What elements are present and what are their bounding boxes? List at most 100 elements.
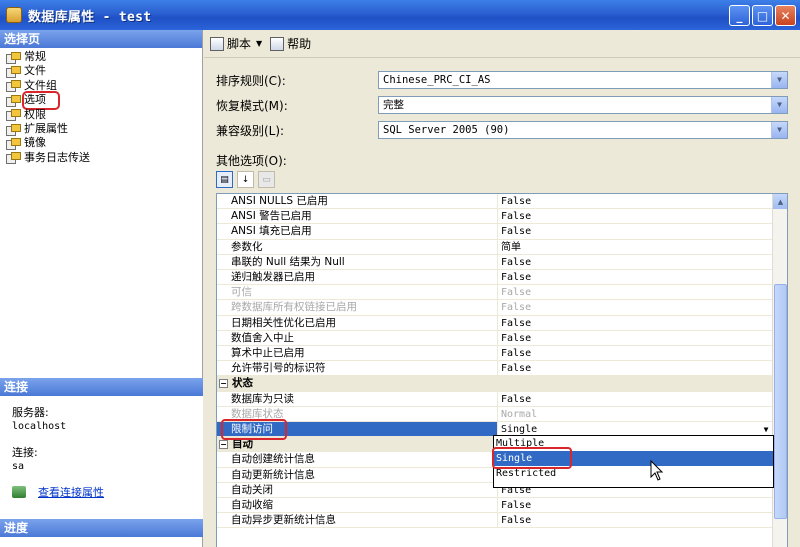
property-value-text: False — [501, 196, 532, 207]
close-button[interactable]: ✕ — [775, 5, 796, 26]
property-value-text: 简单 — [501, 241, 521, 253]
grid-scrollbar[interactable]: ▲ — [772, 194, 787, 547]
nav-item[interactable]: 事务日志传送 — [0, 151, 202, 165]
script-button[interactable]: 脚本 ▼ — [210, 35, 262, 52]
property-name: 算术中止已启用 — [217, 346, 498, 362]
grid-category-row[interactable]: − 状态 — [217, 376, 774, 392]
property-value: False — [498, 194, 774, 210]
grid-property-row[interactable]: 跨数据库所有权链接已启用 False — [217, 300, 774, 316]
nav-item[interactable]: 常规 — [0, 50, 202, 64]
categorized-view-icon[interactable]: ▤ — [216, 171, 233, 188]
collapse-toggle-icon[interactable]: − — [219, 379, 228, 389]
grid-property-row[interactable]: 自动异步更新统计信息 False — [217, 513, 774, 529]
nav-item-label: 文件 — [24, 64, 46, 78]
recovery-row: 恢复模式(M): — [216, 97, 378, 114]
page-icon — [6, 80, 21, 93]
grid-property-row[interactable]: 算术中止已启用 False — [217, 346, 774, 362]
grid-property-row[interactable]: ANSI NULLS 已启用 False — [217, 194, 774, 210]
page-nav-list: 常规 文件 文件组 选项 权限 扩展属性 镜像 事务日志传送 — [0, 48, 202, 165]
property-value: False — [498, 392, 774, 407]
grid-property-row[interactable]: 参数化 简单 — [217, 239, 774, 255]
collation-label: 排序规则(C): — [216, 74, 286, 88]
window-title: 数据库属性 - test — [28, 9, 152, 25]
view-connection-properties-label: 查看连接属性 — [38, 486, 104, 499]
grid-toolbar: ▤ ↓ ▭ — [216, 171, 275, 188]
chevron-down-icon[interactable]: ▼ — [771, 97, 787, 113]
recovery-label: 恢复模式(M): — [216, 99, 288, 113]
grid-property-row[interactable]: 自动收缩 False — [217, 498, 774, 514]
property-value: Normal — [498, 407, 774, 422]
property-name: 自动收缩 — [217, 498, 498, 514]
minimize-button[interactable]: _ — [729, 5, 750, 26]
help-button[interactable]: 帮助 — [270, 35, 311, 52]
property-name: ANSI 警告已启用 — [217, 209, 498, 225]
property-name: 自动异步更新统计信息 — [217, 513, 498, 529]
recovery-model-select[interactable]: 完整 ▼ — [378, 96, 788, 114]
collation-select[interactable]: Chinese_PRC_CI_AS ▼ — [378, 71, 788, 89]
property-name: 递归触发器已启用 — [217, 270, 498, 286]
page-icon — [6, 51, 21, 64]
maximize-button[interactable]: □ — [752, 5, 773, 26]
grid-property-row[interactable]: 数据库状态 Normal — [217, 406, 774, 422]
category-name: − 状态 — [217, 376, 774, 392]
help-label: 帮助 — [287, 37, 312, 51]
nav-item-label: 镜像 — [24, 136, 46, 150]
view-connection-properties-link[interactable]: 查看连接属性 — [12, 484, 203, 500]
property-value: 简单 — [498, 240, 774, 255]
chevron-down-icon[interactable]: ▼ — [771, 122, 787, 138]
property-value-text: False — [501, 332, 532, 344]
single-option-highlight — [492, 447, 572, 469]
grid-property-row[interactable]: 允许带引号的标识符 False — [217, 361, 774, 377]
property-value-text: Single — [501, 424, 538, 435]
property-name: 数值舍入中止 — [217, 330, 498, 346]
progress-header: 进度 — [0, 519, 203, 537]
page-icon — [6, 94, 21, 107]
grid-property-row[interactable]: 递归触发器已启用 False — [217, 270, 774, 286]
property-name: ANSI NULLS 已启用 — [217, 194, 498, 210]
grid-property-row[interactable]: 串联的 Null 结果为 Null False — [217, 254, 774, 270]
property-grid: 自动异步更新统计信息 False 自动收缩 False 自动关闭 False 自动更新统计信… — [216, 193, 788, 547]
nav-item[interactable]: 权限 — [0, 108, 202, 122]
collapse-toggle-icon[interactable]: − — [219, 440, 228, 450]
nav-item-label: 事务日志传送 — [24, 150, 90, 164]
title-bar: 数据库属性 - test _ □ ✕ — [0, 0, 800, 30]
compatibility-level-select[interactable]: SQL Server 2005 (90) ▼ — [378, 121, 788, 139]
grid-property-row[interactable]: 数值舍入中止 False — [217, 330, 774, 346]
connection-label: 连接: — [12, 446, 38, 459]
nav-item[interactable]: 文件 — [0, 64, 202, 79]
property-name: 自动关闭 — [217, 482, 498, 498]
nav-item[interactable]: 文件组 — [0, 79, 202, 93]
property-value: False — [498, 270, 774, 286]
alphabetical-sort-icon[interactable]: ↓ — [237, 171, 254, 188]
grid-property-row[interactable]: 数据库为只读 False — [217, 391, 774, 407]
property-value-text: False — [501, 211, 532, 223]
other-options-label: 其他选项(O): — [216, 154, 287, 168]
scroll-thumb[interactable] — [774, 284, 787, 519]
property-value: False — [498, 209, 774, 225]
nav-item-label: 选项 — [22, 91, 60, 110]
property-name: 参数化 — [217, 239, 498, 255]
property-value-text: False — [501, 348, 532, 359]
compat-value: SQL Server 2005 (90) — [383, 124, 510, 136]
script-label: 脚本 — [227, 37, 252, 51]
collation-row: 排序规则(C): — [216, 72, 378, 89]
property-name: 自动更新统计信息 — [217, 467, 498, 483]
scroll-up-icon[interactable]: ▲ — [773, 194, 787, 209]
help-icon — [270, 36, 285, 51]
grid-property-row[interactable]: ANSI 警告已启用 False — [217, 209, 774, 225]
nav-item[interactable]: 选项 — [0, 91, 202, 110]
property-value-text: False — [501, 287, 532, 299]
page-icon — [6, 138, 21, 151]
chevron-down-icon[interactable]: ▼ — [771, 72, 787, 88]
compat-row: 兼容级别(L): — [216, 122, 378, 139]
compat-label: 兼容级别(L): — [216, 124, 285, 138]
nav-item[interactable]: 扩展属性 — [0, 122, 202, 136]
property-value: False — [498, 498, 774, 514]
grid-property-row[interactable]: 可信 False — [217, 285, 774, 301]
nav-item[interactable]: 镜像 — [0, 136, 202, 151]
grid-property-row[interactable]: 日期相关性优化已启用 False — [217, 315, 774, 331]
grid-property-row[interactable]: ANSI 填充已启用 False — [217, 224, 774, 240]
property-pages-icon[interactable]: ▭ — [258, 171, 275, 188]
left-pane: 选择页 常规 文件 文件组 选项 权限 扩展属性 镜像 事务日志传送 连接 服务器: loca… — [0, 30, 203, 547]
property-value: False — [498, 513, 774, 529]
